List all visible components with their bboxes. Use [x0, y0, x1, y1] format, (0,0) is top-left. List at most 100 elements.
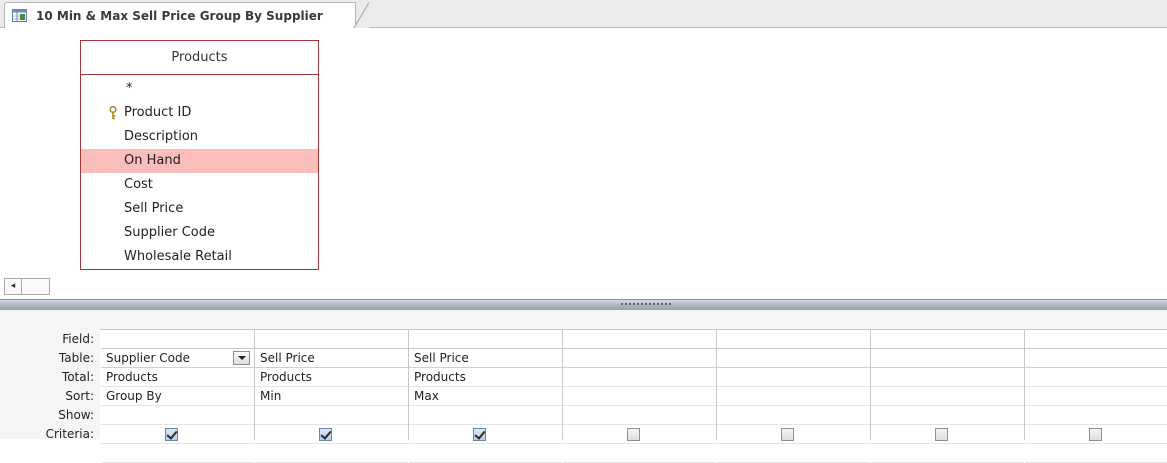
grid-cell-table[interactable]: [1025, 368, 1167, 387]
column-selector[interactable]: [409, 330, 562, 349]
grid-cell-table[interactable]: [563, 368, 716, 387]
grid-cell-sort[interactable]: [1025, 406, 1167, 425]
field-list-item-sell-price[interactable]: Sell Price: [81, 197, 318, 221]
grid-cell-show: [255, 425, 408, 444]
column-selector[interactable]: [871, 330, 1024, 349]
scroll-thumb[interactable]: [22, 278, 50, 295]
grid-cell-criteria[interactable]: [871, 444, 1024, 463]
column-selector[interactable]: [255, 330, 408, 349]
grid-cell-table-value: Products: [260, 370, 312, 384]
grid-cell-total[interactable]: [717, 387, 870, 406]
grid-cell-field[interactable]: Supplier Code: [101, 349, 254, 368]
grid-cell-criteria[interactable]: [1025, 444, 1167, 463]
field-list-title[interactable]: Products: [81, 41, 318, 75]
pane-splitter[interactable]: [0, 299, 1167, 310]
grid-cell-criteria[interactable]: [563, 444, 716, 463]
field-list-item-label: Wholesale Retail: [124, 249, 232, 264]
column-selector[interactable]: [1025, 330, 1167, 349]
grid-cell-table[interactable]: Products: [255, 368, 408, 387]
grid-cell-sort[interactable]: [409, 406, 562, 425]
grid-cell-total[interactable]: Group By: [101, 387, 254, 406]
field-list-item-cost[interactable]: Cost: [81, 173, 318, 197]
grid-cell-total[interactable]: Max: [409, 387, 562, 406]
row-label-sort: Sort:: [65, 389, 94, 403]
grid-cell-field[interactable]: [871, 349, 1024, 368]
grid-column-6: [871, 330, 1025, 463]
show-checkbox[interactable]: [165, 428, 178, 441]
table-pane-scrollbar[interactable]: ◂: [0, 276, 1167, 298]
grid-cell-total-value: Min: [260, 389, 282, 403]
grid-cell-total[interactable]: [871, 387, 1024, 406]
field-list-item-product-id[interactable]: Product ID: [81, 101, 318, 125]
document-tab-strip: 10 Min & Max Sell Price Group By Supplie…: [0, 0, 1167, 29]
column-selector[interactable]: [717, 330, 870, 349]
row-label-field: Field:: [62, 332, 94, 346]
grid-columns: Supplier Code Products Group By Sell Price P…: [100, 329, 1167, 463]
grid-cell-field[interactable]: Sell Price: [255, 349, 408, 368]
grid-cell-table[interactable]: Products: [409, 368, 562, 387]
table-pane[interactable]: Products * Product ID Description On Hand Co…: [0, 28, 1167, 276]
grid-column-7: [1025, 330, 1167, 463]
grid-cell-total-value: Group By: [106, 389, 162, 403]
field-list-item-label: Cost: [124, 177, 153, 192]
query-icon: [12, 9, 27, 22]
grid-cell-show: [717, 425, 870, 444]
grid-column-3: Sell Price Products Max: [409, 330, 563, 463]
grid-column-2: Sell Price Products Min: [255, 330, 409, 463]
grid-cell-field[interactable]: [563, 349, 716, 368]
products-field-list[interactable]: Products * Product ID Description On Hand Co…: [80, 40, 319, 270]
grid-cell-table[interactable]: Products: [101, 368, 254, 387]
field-dropdown-button[interactable]: [233, 351, 250, 365]
grid-cell-total[interactable]: [563, 387, 716, 406]
field-list-item-label: Description: [124, 129, 199, 144]
field-list-item-supplier-code[interactable]: Supplier Code: [81, 221, 318, 245]
field-list-item-description[interactable]: Description: [81, 125, 318, 149]
grid-cell-sort[interactable]: [101, 406, 254, 425]
column-selector[interactable]: [563, 330, 716, 349]
grid-cell-criteria[interactable]: [101, 444, 254, 463]
grid-cell-show: [101, 425, 254, 444]
show-checkbox[interactable]: [1089, 428, 1102, 441]
grid-cell-field[interactable]: Sell Price: [409, 349, 562, 368]
grid-cell-field-value: Sell Price: [260, 351, 315, 365]
field-list-item-label: On Hand: [124, 153, 181, 168]
grid-cell-sort[interactable]: [255, 406, 408, 425]
grid-cell-criteria[interactable]: [409, 444, 562, 463]
field-list-item-label: Supplier Code: [124, 225, 215, 240]
scroll-left-arrow-icon: ◂: [10, 281, 16, 291]
grid-cell-show: [871, 425, 1024, 444]
grid-cell-table[interactable]: [717, 368, 870, 387]
grid-cell-field[interactable]: [717, 349, 870, 368]
grid-cell-field-value: Sell Price: [414, 351, 469, 365]
show-checkbox[interactable]: [781, 428, 794, 441]
grid-cell-total-value: Max: [414, 389, 439, 403]
field-list-item-on-hand[interactable]: On Hand: [81, 149, 318, 173]
field-list-item-wholesale-retail[interactable]: Wholesale Retail: [81, 245, 318, 269]
grid-cell-sort[interactable]: [563, 406, 716, 425]
grid-cell-total[interactable]: [1025, 387, 1167, 406]
grid-column-5: [717, 330, 871, 463]
grid-cell-table-value: Products: [414, 370, 466, 384]
show-checkbox[interactable]: [627, 428, 640, 441]
show-checkbox[interactable]: [319, 428, 332, 441]
column-selector[interactable]: [101, 330, 254, 349]
scroll-left-button[interactable]: ◂: [4, 278, 22, 295]
show-checkbox[interactable]: [473, 428, 486, 441]
show-checkbox[interactable]: [935, 428, 948, 441]
field-list-item-label: Product ID: [124, 105, 192, 120]
field-list-items: * Product ID Description On Hand Cost Sell Pr…: [81, 75, 318, 269]
grid-cell-sort[interactable]: [717, 406, 870, 425]
tab-title: 10 Min & Max Sell Price Group By Supplie…: [36, 9, 323, 23]
field-list-item-all-fields[interactable]: *: [81, 77, 318, 101]
splitter-grip-icon[interactable]: [621, 303, 673, 305]
grid-cell-field[interactable]: [1025, 349, 1167, 368]
grid-column-1: Supplier Code Products Group By: [101, 330, 255, 463]
grid-cell-total[interactable]: Min: [255, 387, 408, 406]
grid-cell-criteria[interactable]: [255, 444, 408, 463]
row-label-criteria: Criteria:: [45, 427, 94, 441]
query-document-tab[interactable]: 10 Min & Max Sell Price Group By Supplie…: [4, 2, 369, 29]
grid-cell-sort[interactable]: [871, 406, 1024, 425]
row-label-show: Show:: [58, 408, 94, 422]
grid-cell-criteria[interactable]: [717, 444, 870, 463]
grid-cell-table[interactable]: [871, 368, 1024, 387]
